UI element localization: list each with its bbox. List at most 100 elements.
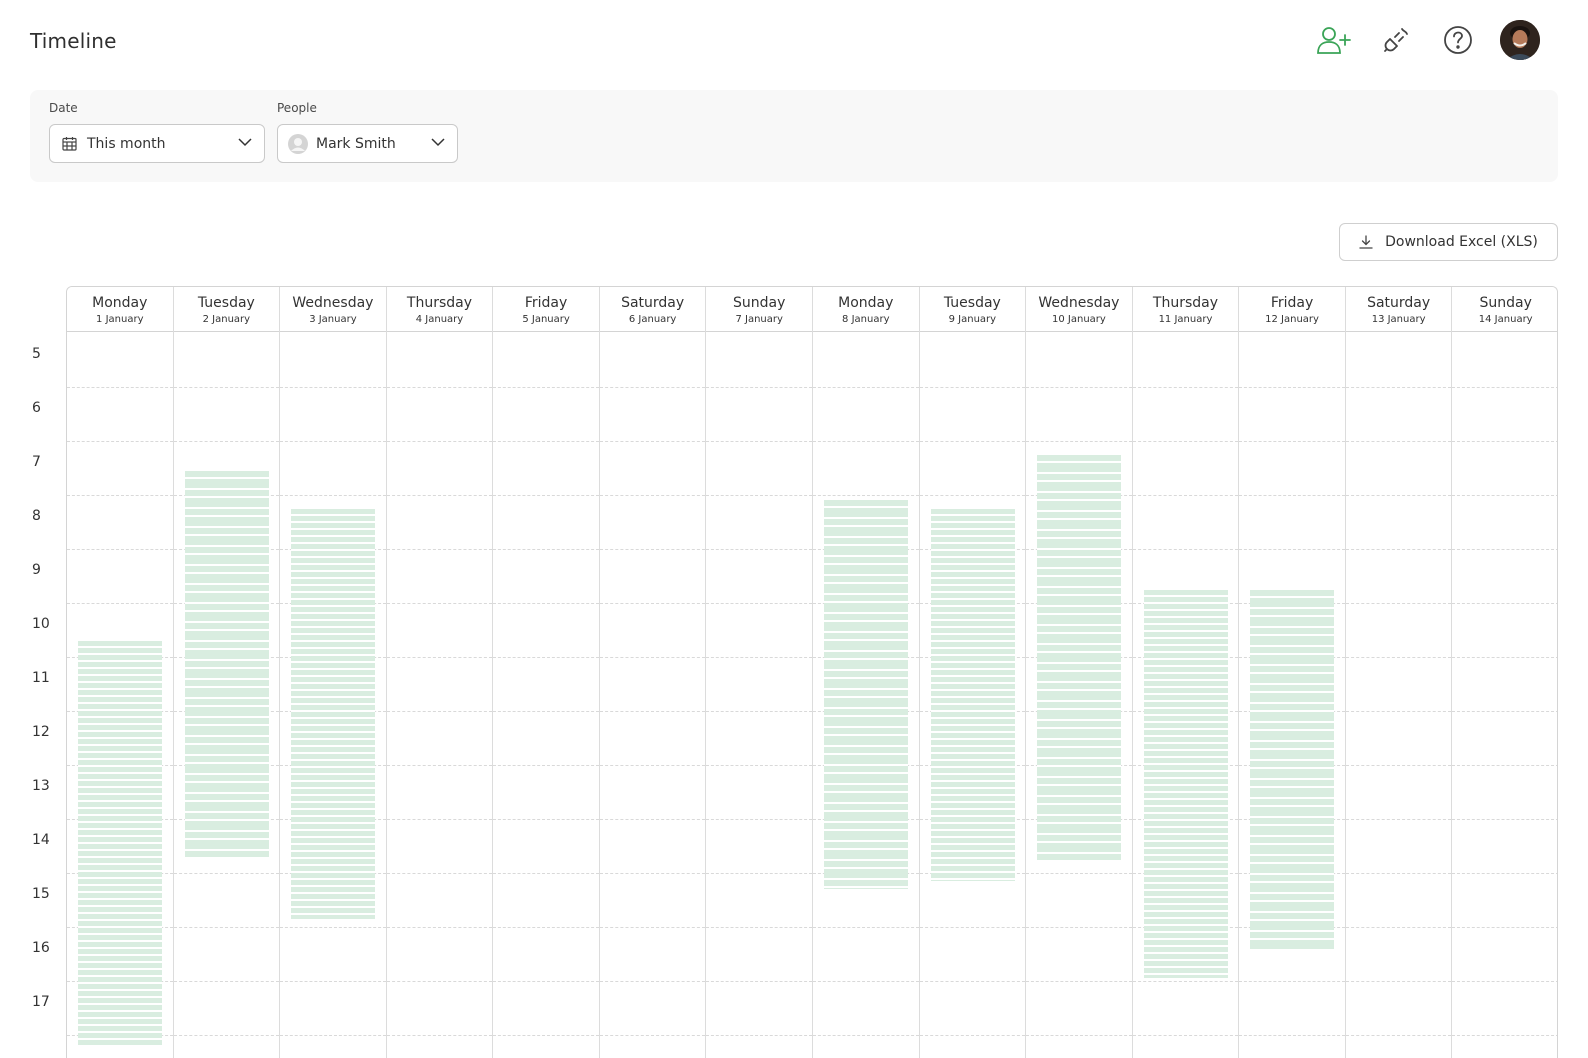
hour-gridline — [67, 603, 173, 604]
day-name: Saturday — [621, 295, 685, 311]
hour-gridline — [1239, 495, 1345, 496]
hour-gridline — [599, 873, 706, 874]
day-column: Saturday 13 January — [1345, 287, 1453, 1058]
hour-gridline — [386, 441, 493, 442]
day-date: 5 January — [522, 314, 570, 325]
avatar[interactable] — [1500, 20, 1540, 60]
hour-gridline — [386, 873, 493, 874]
add-user-button[interactable] — [1314, 20, 1354, 60]
hour-gridline — [1452, 1035, 1557, 1036]
hour-gridline — [919, 1035, 1026, 1036]
day-name: Friday — [524, 295, 568, 311]
hour-gridline — [813, 981, 919, 982]
hour-gridline — [599, 927, 706, 928]
hour-gridline — [1345, 873, 1452, 874]
hour-gridline — [280, 387, 386, 388]
hour-gridline — [813, 495, 919, 496]
hour-gridline — [493, 927, 599, 928]
help-button[interactable] — [1438, 20, 1478, 60]
hour-gridline — [493, 657, 599, 658]
date-select[interactable]: This month — [49, 124, 265, 163]
hour-label: 16 — [32, 940, 50, 956]
hour-gridline — [706, 711, 812, 712]
activity-bar[interactable] — [1250, 589, 1335, 952]
day-header: Monday 1 January — [67, 287, 173, 332]
hour-gridline — [386, 657, 493, 658]
hour-label: 17 — [32, 994, 50, 1010]
download-excel-button[interactable]: Download Excel (XLS) — [1339, 223, 1558, 261]
hour-gridline — [1452, 873, 1557, 874]
activity-bar[interactable] — [824, 500, 908, 890]
day-name: Sunday — [1479, 295, 1532, 311]
day-header: Tuesday 9 January — [919, 287, 1026, 332]
activity-bar[interactable] — [291, 508, 376, 919]
activity-bar[interactable] — [184, 470, 269, 860]
day-column: Thursday 4 January — [386, 287, 494, 1058]
hour-gridline — [1026, 981, 1132, 982]
hour-gridline — [599, 657, 706, 658]
activity-bar[interactable] — [78, 640, 162, 1046]
chevron-down-icon — [238, 138, 252, 147]
hour-gridline — [599, 819, 706, 820]
activity-bar[interactable] — [1037, 454, 1122, 860]
day-name: Friday — [1270, 295, 1314, 311]
people-select-value: Mark Smith — [316, 135, 396, 152]
hour-gridline — [599, 549, 706, 550]
hour-gridline — [1239, 549, 1345, 550]
day-column: Monday 1 January — [67, 287, 174, 1058]
user-avatar-icon — [1500, 20, 1540, 60]
hour-gridline — [493, 495, 599, 496]
hour-gridline — [1345, 981, 1452, 982]
hour-gridline — [599, 765, 706, 766]
hour-label: 7 — [32, 454, 41, 470]
date-filter-label: Date — [49, 101, 78, 115]
hour-label: 12 — [32, 724, 50, 740]
hour-gridline — [1452, 711, 1557, 712]
integrations-button[interactable] — [1376, 20, 1416, 60]
day-name: Thursday — [406, 295, 473, 311]
hour-gridline — [173, 441, 280, 442]
hour-gridline — [706, 495, 812, 496]
hour-gridline — [493, 981, 599, 982]
hour-gridline — [493, 549, 599, 550]
hour-gridline — [919, 441, 1026, 442]
hour-label: 6 — [32, 400, 41, 416]
day-date: 2 January — [202, 314, 251, 325]
day-name: Monday — [92, 295, 148, 311]
hour-gridline — [1026, 387, 1132, 388]
hour-gridline — [386, 549, 493, 550]
hour-gridline — [67, 549, 173, 550]
chevron-down-icon — [431, 138, 445, 147]
hour-gridline — [173, 981, 280, 982]
day-column: Tuesday 9 January — [919, 287, 1027, 1058]
day-name: Monday — [838, 295, 894, 311]
hour-gridline — [706, 873, 812, 874]
hour-gridline — [599, 495, 706, 496]
add-user-icon — [1317, 27, 1351, 54]
hour-gridline — [1452, 657, 1557, 658]
day-column: Friday 12 January — [1239, 287, 1346, 1058]
hour-gridline — [493, 765, 599, 766]
day-column: Sunday 14 January — [1452, 287, 1557, 1058]
activity-bar[interactable] — [930, 508, 1015, 882]
day-date: 3 January — [309, 314, 357, 325]
hour-gridline — [1452, 927, 1557, 928]
hour-gridline — [813, 927, 919, 928]
timeline-grid: Monday 1 January Tuesday 2 January Wednesday… — [66, 286, 1558, 1058]
people-select[interactable]: Mark Smith — [277, 124, 458, 163]
day-name: Sunday — [733, 295, 786, 311]
plug-icon — [1384, 28, 1408, 52]
hour-gridline — [493, 387, 599, 388]
hour-gridline — [67, 495, 173, 496]
day-date: 14 January — [1478, 314, 1533, 325]
day-name: Tuesday — [197, 295, 255, 311]
calendar-icon — [62, 137, 77, 151]
hour-gridline — [1452, 549, 1557, 550]
help-icon — [1444, 26, 1472, 54]
day-header: Sunday 7 January — [706, 287, 812, 332]
day-date: 13 January — [1371, 314, 1426, 325]
hour-gridline — [493, 603, 599, 604]
activity-bar[interactable] — [1143, 589, 1228, 979]
day-name: Saturday — [1367, 295, 1431, 311]
hour-gridline — [280, 981, 386, 982]
